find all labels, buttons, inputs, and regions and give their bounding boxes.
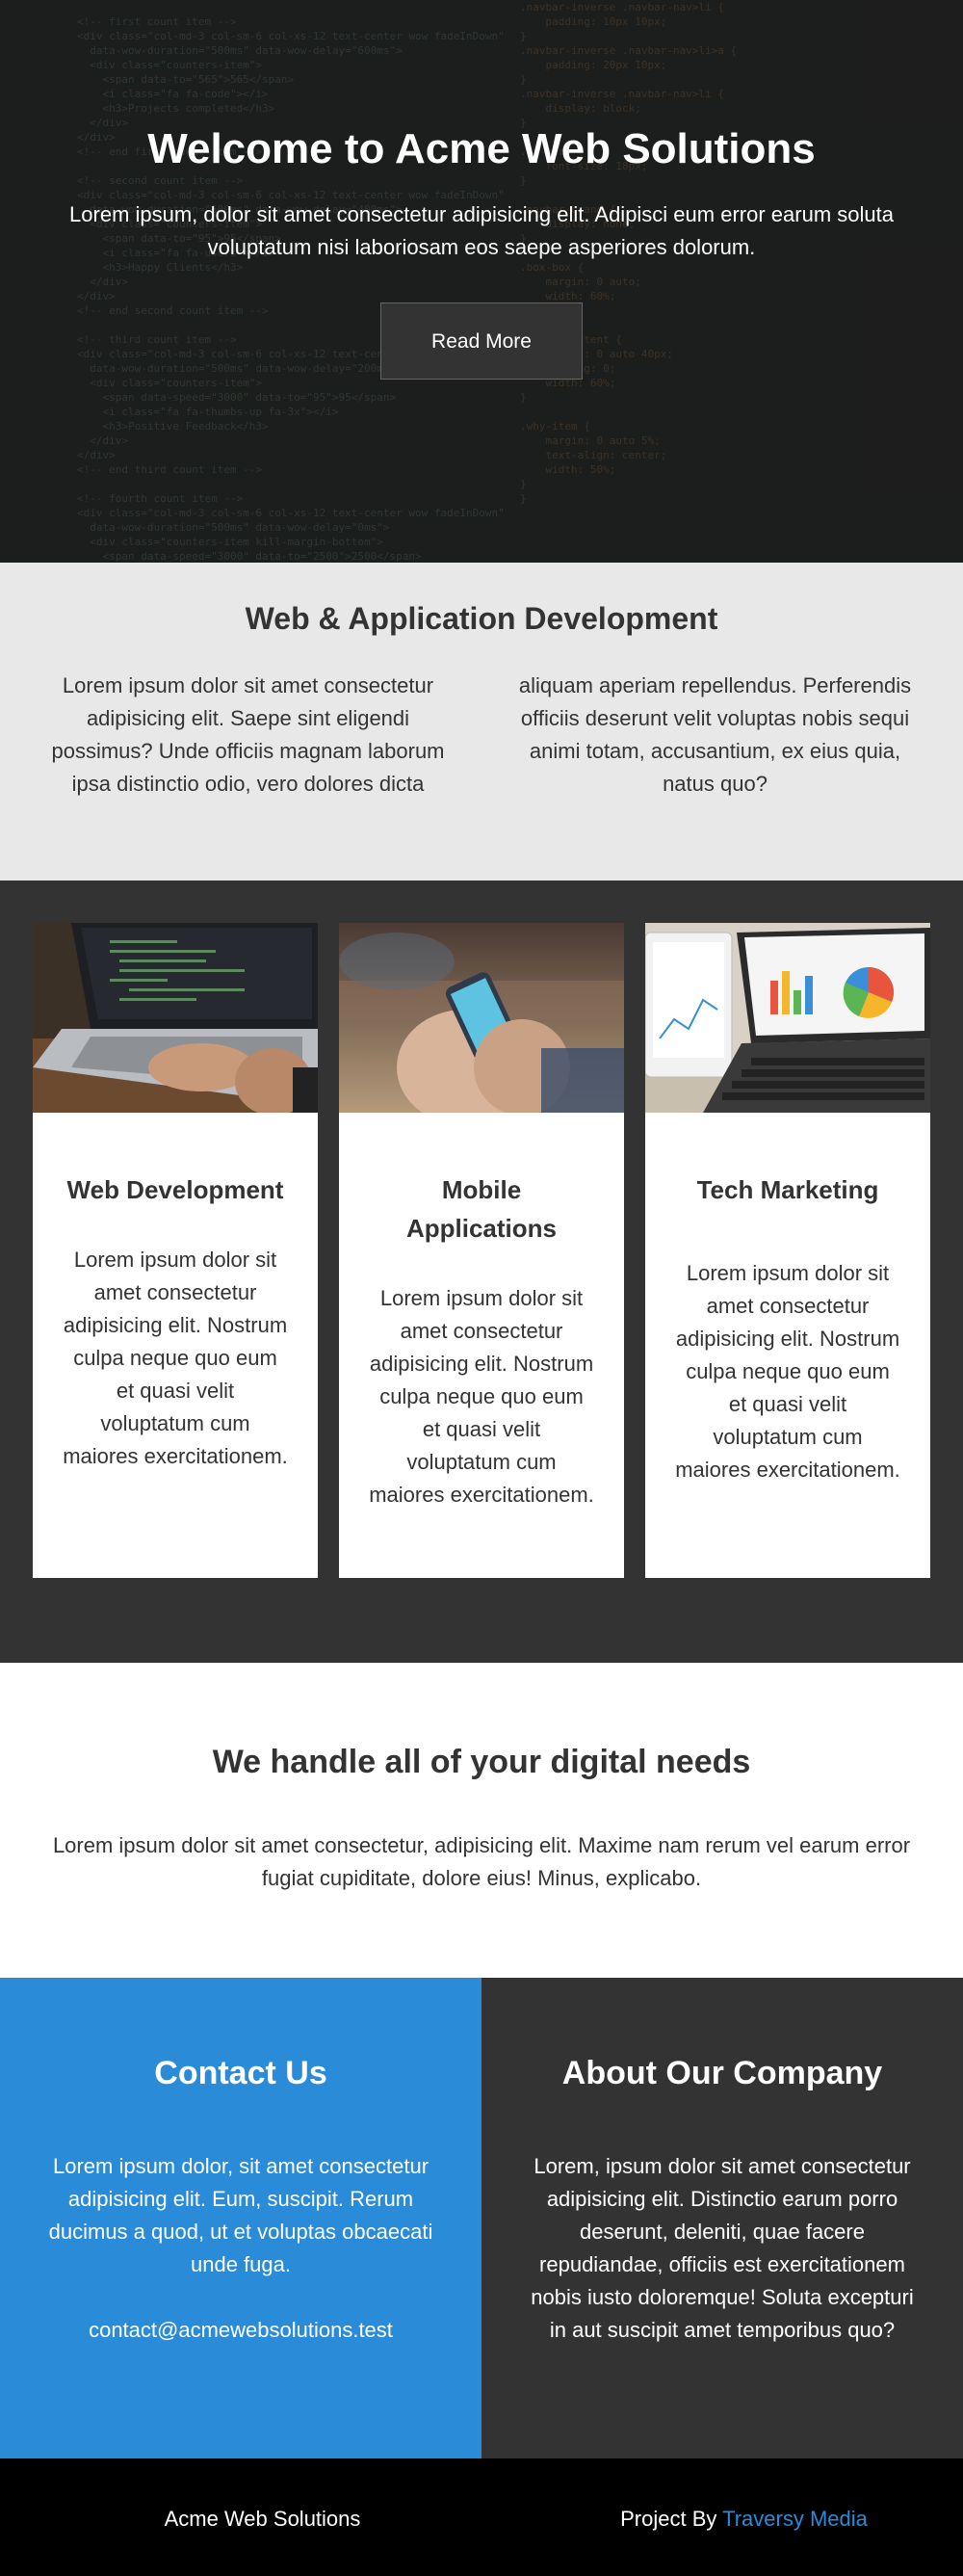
contact-email[interactable]: contact@acmewebsolutions.test — [48, 2314, 433, 2347]
development-title: Web & Application Development — [245, 601, 718, 636]
digital-needs-text: Lorem ipsum dolor sit amet consectetur, … — [52, 1833, 911, 1890]
hero-text: Lorem ipsum, dolor sit amet consectetur … — [69, 202, 894, 259]
footer-brand: Acme Web Solutions — [164, 2507, 361, 2531]
contact-text: Lorem ipsum dolor, sit amet consectetur … — [48, 2154, 433, 2276]
development-column-1: Lorem ipsum dolor sit amet consectetur a… — [51, 673, 445, 796]
service-title-mobile: Mobile Applications — [405, 1175, 557, 1243]
laptop-typing-image — [33, 923, 318, 1113]
footer-project-credit: Project By Traversy Media — [525, 2507, 963, 2532]
contact-title: Contact Us — [154, 2055, 327, 2091]
service-text-web: Lorem ipsum dolor sit amet consectetur a… — [63, 1248, 288, 1468]
development-section: Web & Application Development Lorem ipsu… — [0, 563, 963, 881]
laptop-charts-image — [645, 923, 930, 1113]
about-panel: About Our Company Lorem, ipsum dolor sit… — [482, 1978, 963, 2458]
footer: Acme Web Solutions Project By Traversy M… — [0, 2458, 963, 2576]
smartphone-image — [339, 923, 624, 1113]
service-text-mobile: Lorem ipsum dolor sit amet consectetur a… — [369, 1286, 594, 1507]
footer-project-prefix: Project By — [620, 2507, 717, 2531]
hero-content: Welcome to Acme Web Solutions Lorem ipsu… — [0, 125, 963, 380]
development-column-2: aliquam aperiam repellendus. Perferendis… — [518, 673, 912, 796]
service-title-marketing: Tech Marketing — [696, 1175, 879, 1204]
read-more-button[interactable]: Read More — [380, 302, 583, 380]
hero-title: Welcome to Acme Web Solutions — [147, 125, 816, 172]
service-card-web: Web Development Lorem ipsum dolor sit am… — [33, 923, 318, 1578]
traversy-media-link[interactable]: Traversy Media — [722, 2507, 868, 2531]
services-section: Web Development Lorem ipsum dolor sit am… — [0, 881, 963, 1663]
contact-panel: Contact Us Lorem ipsum dolor, sit amet c… — [0, 1978, 482, 2458]
about-text: Lorem, ipsum dolor sit amet consectetur … — [531, 2154, 914, 2342]
contact-about-section: Contact Us Lorem ipsum dolor, sit amet c… — [0, 1978, 963, 2458]
service-card-mobile: Mobile Applications Lorem ipsum dolor si… — [339, 923, 624, 1578]
about-title: About Our Company — [561, 2055, 883, 2091]
digital-needs-title: We handle all of your digital needs — [212, 1744, 751, 1780]
service-card-marketing: Tech Marketing Lorem ipsum dolor sit ame… — [645, 923, 930, 1578]
hero-section: <!-- first count item --> <div class="co… — [0, 0, 963, 563]
service-text-marketing: Lorem ipsum dolor sit amet consectetur a… — [675, 1261, 900, 1482]
service-title-web: Web Development — [66, 1175, 284, 1204]
digital-needs-section: We handle all of your digital needs Lore… — [0, 1663, 963, 1978]
development-columns: Lorem ipsum dolor sit amet consectetur a… — [0, 670, 963, 801]
